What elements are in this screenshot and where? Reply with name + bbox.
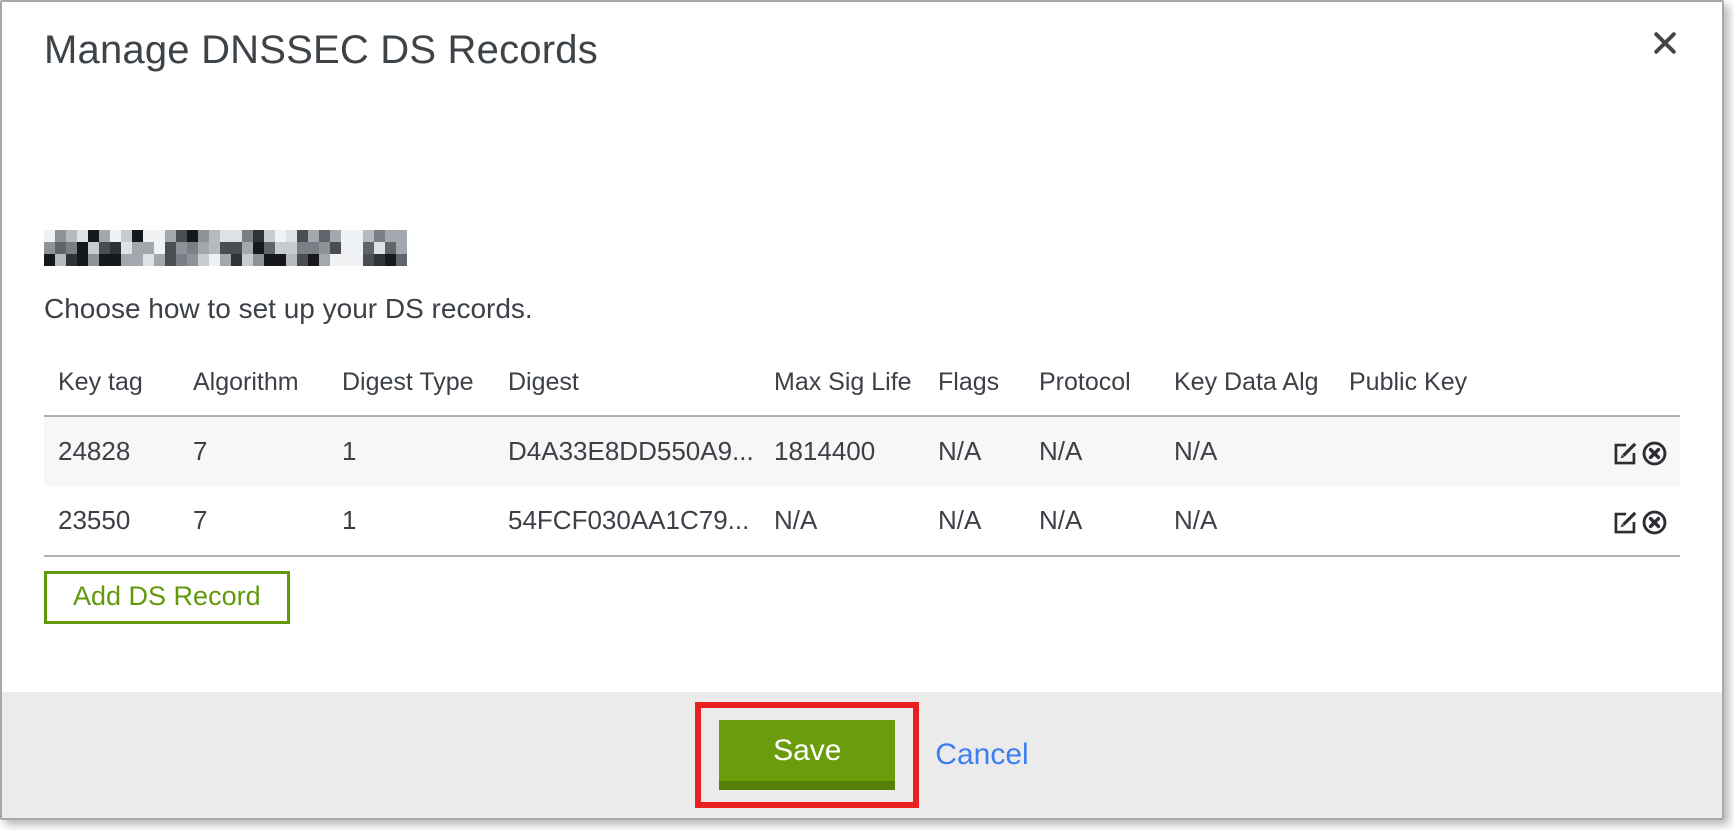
column-header-max-sig-life: Max Sig Life (760, 350, 924, 416)
table-header-row: Key tag Algorithm Digest Type Digest Max… (44, 350, 1680, 416)
row-actions (1562, 416, 1680, 486)
cell-flags: N/A (924, 486, 1025, 556)
column-header-actions (1562, 350, 1680, 416)
cancel-link[interactable]: Cancel (935, 738, 1028, 772)
column-header-algorithm: Algorithm (179, 350, 328, 416)
column-header-digest: Digest (494, 350, 760, 416)
cell-protocol: N/A (1025, 486, 1160, 556)
save-button[interactable]: Save (719, 720, 895, 790)
dialog-title: Manage DNSSEC DS Records (44, 26, 1680, 74)
manage-dnssec-ds-records-dialog: Manage DNSSEC DS Records Choose how to s… (0, 0, 1724, 820)
cell-public-key (1335, 486, 1562, 556)
edit-record-button[interactable] (1612, 509, 1639, 536)
cell-max-sig-life: N/A (760, 486, 924, 556)
edit-icon (1612, 509, 1639, 536)
column-header-digest-type: Digest Type (328, 350, 494, 416)
edit-icon (1612, 440, 1639, 467)
edit-record-button[interactable] (1612, 440, 1639, 467)
column-header-public-key: Public Key (1335, 350, 1562, 416)
delete-record-button[interactable] (1641, 440, 1668, 467)
delete-icon (1641, 440, 1668, 467)
cell-flags: N/A (924, 416, 1025, 486)
column-header-protocol: Protocol (1025, 350, 1160, 416)
domain-name-redacted (44, 230, 407, 266)
column-header-key-tag: Key tag (44, 350, 179, 416)
table-row: 24828 7 1 D4A33E8DD550A9... 1814400 N/A … (44, 416, 1680, 486)
ds-records-table: Key tag Algorithm Digest Type Digest Max… (44, 350, 1680, 557)
cell-key-tag: 24828 (44, 416, 179, 486)
cell-digest-type: 1 (328, 486, 494, 556)
table-row: 23550 7 1 54FCF030AA1C79... N/A N/A N/A … (44, 486, 1680, 556)
cell-protocol: N/A (1025, 416, 1160, 486)
instruction-text: Choose how to set up your DS records. (44, 292, 1680, 326)
cell-digest: 54FCF030AA1C79... (494, 486, 760, 556)
cell-max-sig-life: 1814400 (760, 416, 924, 486)
add-ds-record-button[interactable]: Add DS Record (44, 571, 290, 624)
cell-algorithm: 7 (179, 486, 328, 556)
cell-digest: D4A33E8DD550A9... (494, 416, 760, 486)
column-header-flags: Flags (924, 350, 1025, 416)
delete-record-button[interactable] (1641, 509, 1668, 536)
cell-key-tag: 23550 (44, 486, 179, 556)
cell-key-data-alg: N/A (1160, 486, 1335, 556)
cell-algorithm: 7 (179, 416, 328, 486)
cell-key-data-alg: N/A (1160, 416, 1335, 486)
dialog-body: Manage DNSSEC DS Records Choose how to s… (2, 2, 1722, 692)
cell-digest-type: 1 (328, 416, 494, 486)
red-highlight-annotation: Save (695, 702, 919, 808)
delete-icon (1641, 509, 1668, 536)
column-header-key-data-alg: Key Data Alg (1160, 350, 1335, 416)
cell-public-key (1335, 416, 1562, 486)
row-actions (1562, 486, 1680, 556)
dialog-footer: Save Cancel (2, 692, 1722, 818)
